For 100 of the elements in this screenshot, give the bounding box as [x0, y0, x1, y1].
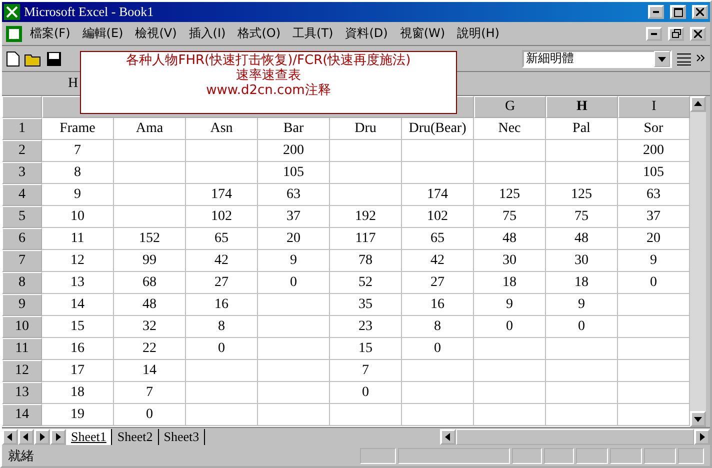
minimize-button[interactable]: [648, 5, 664, 19]
table-cell: 35: [330, 294, 402, 316]
row-header[interactable]: 10: [2, 316, 42, 338]
menu-item[interactable]: 視窗(W): [396, 25, 450, 42]
menu-item[interactable]: 工具(T): [288, 25, 338, 42]
close-icon: [694, 30, 702, 38]
empty-cell: [330, 184, 402, 206]
status-panel: [576, 448, 608, 464]
table-cell: 10: [42, 206, 114, 228]
table-cell: Nec: [474, 118, 546, 140]
status-panel: [610, 448, 642, 464]
row-header[interactable]: 12: [2, 360, 42, 382]
empty-cell: [546, 338, 618, 360]
row-header[interactable]: 3: [2, 162, 42, 184]
row-header[interactable]: 4: [2, 184, 42, 206]
table-cell: 0: [330, 382, 402, 404]
next-sheet-button[interactable]: [50, 429, 66, 445]
minimize-button[interactable]: [646, 26, 662, 40]
row-header[interactable]: 11: [2, 338, 42, 360]
table-cell: 0: [474, 316, 546, 338]
restore-icon: [672, 29, 680, 38]
table-cell: 8: [402, 316, 474, 338]
next-sheet-button[interactable]: [34, 429, 50, 445]
status-text: 就緒: [8, 448, 35, 465]
column-header[interactable]: G: [474, 96, 546, 118]
table-cell: 37: [258, 206, 330, 228]
menu-item[interactable]: 格式(O): [234, 25, 285, 42]
empty-cell: [258, 338, 330, 360]
empty-cell: [258, 404, 330, 426]
status-panel: [678, 448, 704, 464]
table-cell: 192: [330, 206, 402, 228]
row-header[interactable]: 9: [2, 294, 42, 316]
scroll-up-button[interactable]: [690, 96, 706, 112]
new-file-icon[interactable]: [6, 50, 20, 66]
empty-cell: [546, 404, 618, 426]
empty-cell: [258, 382, 330, 404]
font-field[interactable]: 新細明體: [522, 50, 672, 68]
close-icon: [696, 8, 704, 16]
align-icon[interactable]: [676, 52, 692, 66]
table-cell: 174: [186, 184, 258, 206]
column-header[interactable]: I: [618, 96, 690, 118]
down-arrow-icon: [694, 415, 702, 423]
status-panel: [360, 448, 396, 464]
previous-sheet-button[interactable]: [2, 429, 18, 445]
sheet-tab[interactable]: Sheet1: [66, 429, 112, 445]
table-cell: 102: [402, 206, 474, 228]
row-header[interactable]: 8: [2, 272, 42, 294]
spreadsheet-icon: [4, 4, 20, 20]
table-cell: 32: [114, 316, 186, 338]
scroll-right-button[interactable]: [694, 429, 710, 445]
table-cell: Dru: [330, 118, 402, 140]
name-box[interactable]: H: [68, 76, 78, 92]
table-cell: 117: [330, 228, 402, 250]
minimize-icon: [653, 11, 659, 13]
maximize-button[interactable]: [670, 5, 686, 19]
menu-item[interactable]: 插入(I): [184, 25, 230, 42]
menu-item[interactable]: 檢視(V): [131, 25, 181, 42]
row-header[interactable]: 5: [2, 206, 42, 228]
note-text: www.d2cn.com注释: [206, 83, 331, 98]
menu-item[interactable]: 編輯(E): [78, 25, 128, 42]
row-header[interactable]: 7: [2, 250, 42, 272]
close-button[interactable]: [690, 26, 706, 40]
empty-cell: [186, 140, 258, 162]
close-button[interactable]: [692, 5, 708, 19]
previous-sheet-button[interactable]: [18, 429, 34, 445]
menu-item[interactable]: 檔案(F): [26, 25, 74, 42]
row-header[interactable]: 2: [2, 140, 42, 162]
row-header[interactable]: 1: [2, 118, 42, 140]
table-cell: Ama: [114, 118, 186, 140]
left-arrow-icon: [444, 433, 452, 441]
chevron-icon[interactable]: [696, 54, 706, 64]
table-cell: 48: [114, 294, 186, 316]
table-cell: 99: [114, 250, 186, 272]
table-cell: 11: [42, 228, 114, 250]
column-header[interactable]: H: [546, 96, 618, 118]
table-cell: 65: [186, 228, 258, 250]
table-cell: 0: [402, 338, 474, 360]
table-cell: 75: [474, 206, 546, 228]
table-cell: 200: [258, 140, 330, 162]
table-cell: 7: [114, 382, 186, 404]
save-icon[interactable]: [46, 50, 62, 66]
table-cell: 78: [330, 250, 402, 272]
empty-cell: [402, 360, 474, 382]
empty-cell: [546, 162, 618, 184]
menu-item[interactable]: 資料(D): [341, 25, 392, 42]
empty-cell: [330, 162, 402, 184]
table-cell: 14: [114, 360, 186, 382]
row-header[interactable]: 14: [2, 404, 42, 426]
restore-button[interactable]: [668, 26, 684, 40]
table-cell: 42: [402, 250, 474, 272]
scroll-down-button[interactable]: [690, 411, 706, 427]
empty-cell: [330, 140, 402, 162]
row-header[interactable]: 13: [2, 382, 42, 404]
menu-item[interactable]: 說明(H): [453, 25, 504, 42]
table-cell: 16: [402, 294, 474, 316]
empty-cell: [546, 140, 618, 162]
row-header[interactable]: 6: [2, 228, 42, 250]
empty-cell: [402, 162, 474, 184]
scroll-left-button[interactable]: [440, 429, 456, 445]
empty-cell: [474, 162, 546, 184]
